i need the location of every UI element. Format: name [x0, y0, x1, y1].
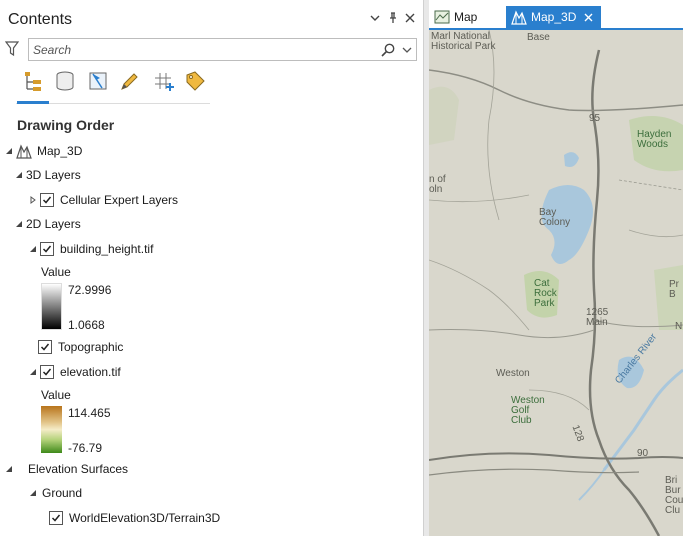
- map-tab-bar: Map Map_3D: [429, 0, 683, 30]
- collapse-triangle-icon[interactable]: [14, 219, 24, 229]
- tree-item-cellular-expert[interactable]: Cellular Expert Layers: [28, 191, 178, 209]
- cellular-expert-label: Cellular Expert Layers: [60, 193, 179, 207]
- search-icon[interactable]: [381, 43, 395, 57]
- terrain3d-label: WorldElevation3D/Terrain3D: [69, 511, 221, 525]
- tab-map[interactable]: Map: [429, 6, 505, 28]
- collapse-triangle-icon[interactable]: [4, 464, 14, 474]
- topographic-label: Topographic: [58, 340, 124, 354]
- elevation-max-value: 114.465: [68, 406, 111, 420]
- map-label-bri-bur: BriBurCourClu: [665, 475, 683, 516]
- scene-icon: [511, 9, 527, 25]
- 3d-layers-label: 3D Layers: [26, 168, 81, 182]
- collapse-triangle-icon[interactable]: [28, 367, 38, 377]
- tree-item-terrain3d[interactable]: WorldElevation3D/Terrain3D: [49, 509, 220, 527]
- map-label-base: Base: [527, 32, 550, 43]
- map-label-1265-main: 1265 Main: [586, 307, 609, 328]
- elevation-legend-title: Value: [41, 388, 71, 402]
- building-max-value: 72.9996: [68, 283, 112, 297]
- options-chevron-icon[interactable]: [368, 11, 382, 25]
- pane-title: Contents: [8, 11, 73, 28]
- tree-item-building-height[interactable]: building_height.tif: [28, 240, 153, 258]
- building-legend-title: Value: [41, 265, 71, 279]
- layer-visibility-checkbox[interactable]: [40, 365, 54, 379]
- tree-item-elevation[interactable]: elevation.tif: [28, 363, 121, 381]
- collapse-triangle-icon[interactable]: [14, 170, 24, 180]
- map-icon: [434, 9, 450, 25]
- tree-item-topographic[interactable]: Topographic: [38, 338, 123, 356]
- map-label-lincoln: n of oln: [429, 174, 446, 195]
- 2d-layers-label: 2D Layers: [26, 217, 81, 231]
- map3d-label: Map_3D: [37, 144, 83, 158]
- list-by-snapping-icon[interactable]: [150, 68, 176, 94]
- tab-map3d-label: Map_3D: [531, 10, 577, 24]
- map-label-route-95: 95: [589, 113, 601, 124]
- contents-pane: Contents Search Drawing Order Map_3D 3D …: [0, 0, 423, 536]
- layer-visibility-checkbox[interactable]: [49, 511, 63, 525]
- map-label-n: N: [675, 321, 683, 332]
- list-by-drawing-order-icon[interactable]: [17, 68, 49, 104]
- close-icon[interactable]: [403, 11, 417, 25]
- elevation-surfaces-label: Elevation Surfaces: [28, 462, 129, 476]
- tree-item-elevation-surfaces[interactable]: Elevation Surfaces: [4, 460, 128, 478]
- map-label-pr: Pr B: [669, 279, 679, 300]
- search-options-chevron-icon[interactable]: [401, 43, 413, 57]
- list-by-labeling-icon[interactable]: [182, 68, 208, 94]
- collapse-triangle-icon[interactable]: [28, 244, 38, 254]
- list-by-source-icon[interactable]: [52, 68, 78, 94]
- map-label-route-90: 90: [637, 448, 649, 459]
- elevation-ramp: [41, 406, 62, 453]
- close-tab-icon[interactable]: [584, 10, 593, 25]
- search-box[interactable]: [28, 38, 417, 61]
- tree-item-ground[interactable]: Ground: [28, 484, 82, 502]
- list-by-selection-icon[interactable]: [85, 68, 111, 94]
- map-label-weston-golf-club: Weston Golf Club: [511, 395, 545, 426]
- building-height-ramp: [41, 283, 62, 330]
- elevation-min-value: -76.79: [68, 441, 103, 455]
- building-min-value: 1.0668: [68, 318, 105, 332]
- pin-icon[interactable]: [386, 11, 400, 25]
- building-height-label: building_height.tif: [60, 242, 154, 256]
- scene-icon: [16, 143, 32, 159]
- tree-item-map3d[interactable]: Map_3D: [4, 142, 82, 160]
- tree-item-2d-layers[interactable]: 2D Layers: [14, 215, 81, 233]
- map-label-cat-rock-park: Cat Rock Park: [534, 278, 557, 309]
- map-label-marl-park: Marl National Historical Park: [431, 31, 496, 52]
- layer-visibility-checkbox[interactable]: [38, 340, 52, 354]
- pane-header: Contents: [0, 0, 423, 34]
- contents-toolbar: [16, 66, 210, 104]
- tree-item-3d-layers[interactable]: 3D Layers: [14, 166, 81, 184]
- layer-visibility-checkbox[interactable]: [40, 242, 54, 256]
- map-label-weston: Weston: [496, 368, 530, 379]
- filter-icon[interactable]: [4, 41, 21, 57]
- map-view[interactable]: Marl National Historical Park Base Hayden…: [429, 30, 683, 536]
- layer-visibility-checkbox[interactable]: [40, 193, 54, 207]
- collapse-triangle-icon[interactable]: [4, 146, 14, 156]
- tab-map-label: Map: [454, 10, 478, 24]
- ground-label: Ground: [42, 486, 83, 500]
- map-label-hayden-woods: Hayden Woods: [637, 129, 672, 150]
- drawing-order-title: Drawing Order: [17, 117, 115, 133]
- collapse-triangle-icon[interactable]: [28, 488, 38, 498]
- expand-triangle-icon[interactable]: [28, 195, 38, 205]
- list-by-editing-icon[interactable]: [117, 68, 143, 94]
- search-input[interactable]: [33, 41, 373, 58]
- map-label-bay-colony: Bay Colony: [539, 207, 571, 228]
- tab-map3d[interactable]: Map_3D: [506, 6, 601, 28]
- elevation-label: elevation.tif: [60, 365, 121, 379]
